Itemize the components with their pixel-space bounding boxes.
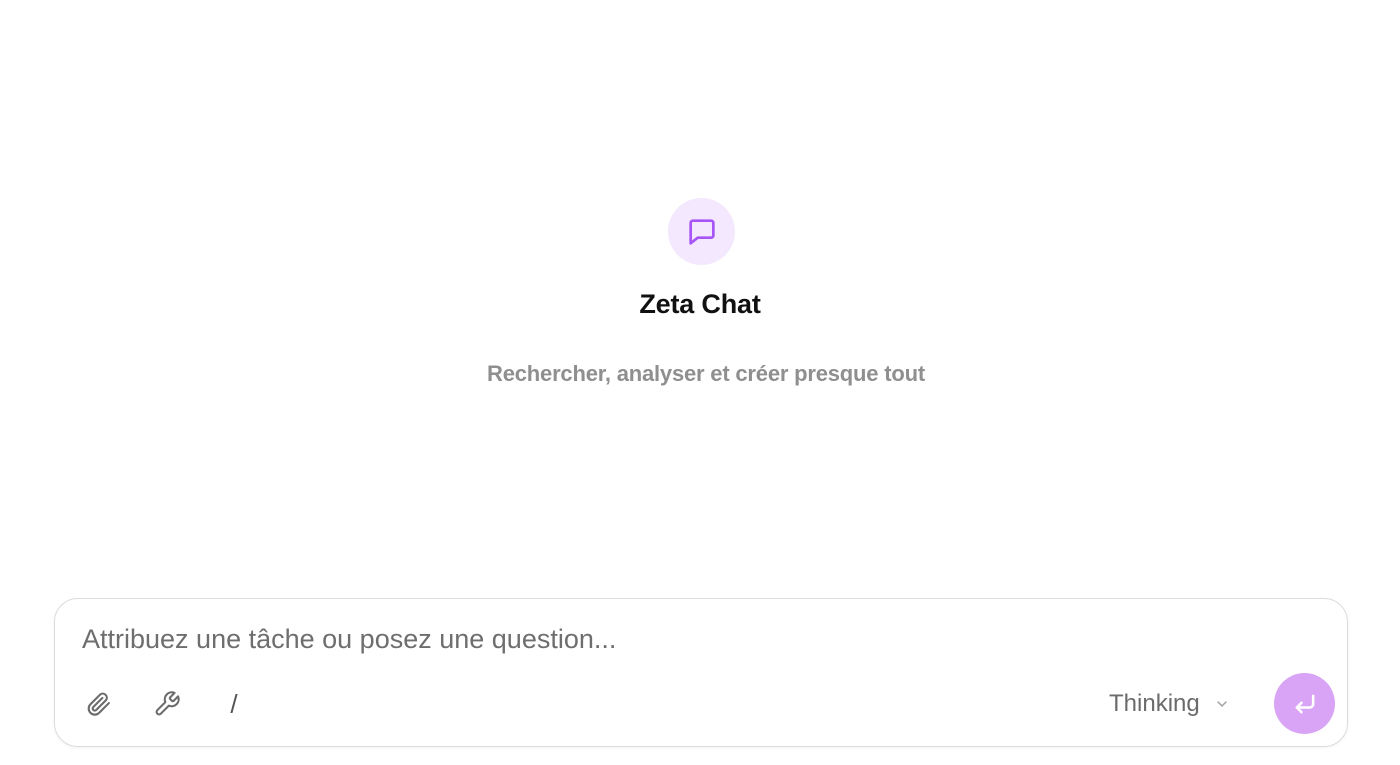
send-button[interactable] xyxy=(1274,673,1335,734)
mode-label: Thinking xyxy=(1109,690,1200,717)
chat-bubble-icon xyxy=(668,198,735,265)
mode-select[interactable]: Thinking xyxy=(1109,687,1230,721)
enter-icon xyxy=(1295,694,1314,713)
chevron-down-icon xyxy=(1216,701,1227,707)
attach-button[interactable] xyxy=(82,687,116,721)
message-input[interactable] xyxy=(82,619,1082,659)
message-composer: / Thinking xyxy=(54,598,1348,747)
tools-button[interactable] xyxy=(150,687,184,721)
commands-button[interactable]: / xyxy=(217,687,251,721)
wrench-icon xyxy=(155,691,180,716)
page-subtitle: Rechercher, analyser et créer presque to… xyxy=(487,361,925,386)
page-title: Zeta Chat xyxy=(639,289,761,319)
paperclip-icon xyxy=(87,692,110,716)
chat-home: Zeta Chat Rechercher, analyser et créer … xyxy=(0,0,1400,765)
